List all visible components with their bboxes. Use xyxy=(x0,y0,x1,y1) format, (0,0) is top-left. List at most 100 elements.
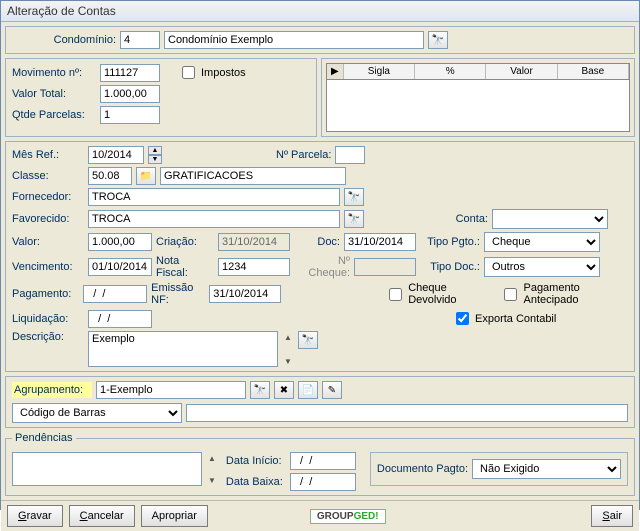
cheque-dev-input[interactable] xyxy=(389,288,402,301)
sair-button[interactable]: Sair xyxy=(591,505,633,527)
barcode-input[interactable] xyxy=(186,404,628,422)
grid-col-base[interactable]: Base xyxy=(558,64,629,79)
emnf-input[interactable] xyxy=(209,285,281,303)
delete-icon[interactable]: ✖ xyxy=(274,381,294,399)
fav-label: Favorecido: xyxy=(12,213,84,225)
window-title: Alteração de Contas xyxy=(7,4,116,18)
data-inicio-input[interactable] xyxy=(290,452,356,470)
binoculars-icon[interactable]: 🔭 xyxy=(298,331,318,349)
impostos-checkbox[interactable]: Impostos xyxy=(178,63,246,82)
title-bar: Alteração de Contas xyxy=(1,1,639,22)
desc-label: Descrição: xyxy=(12,331,84,343)
mov-num-input[interactable] xyxy=(100,64,160,82)
condo-box: Condomínio: 🔭 xyxy=(5,26,635,54)
binoculars-icon[interactable]: 🔭 xyxy=(344,188,364,206)
valor-label: Valor: xyxy=(12,236,84,248)
data-baixa-label: Data Baixa: xyxy=(226,476,286,488)
forn-input[interactable] xyxy=(88,188,340,206)
criacao-input xyxy=(218,233,290,251)
grid-body[interactable] xyxy=(326,80,630,132)
cancelar-button[interactable]: Cancelar xyxy=(69,505,135,527)
forn-label: Fornecedor: xyxy=(12,191,84,203)
pendencias-legend: Pendências xyxy=(12,432,76,444)
scroll-up-icon[interactable] xyxy=(208,452,216,464)
impostos-label: Impostos xyxy=(201,67,246,79)
scroll-up-icon[interactable] xyxy=(284,331,292,343)
barcode-type-select[interactable]: Código de Barras xyxy=(12,403,182,423)
folder-icon[interactable]: 📁 xyxy=(136,167,156,185)
mes-down-icon[interactable]: ▼ xyxy=(148,155,162,164)
nf-label: Nota Fiscal: xyxy=(156,255,214,279)
groupged-logo[interactable]: GROUPGED! xyxy=(310,509,386,524)
doc-input[interactable] xyxy=(344,233,416,251)
docpgto-select[interactable]: Não Exigido xyxy=(472,459,621,479)
grid-row-marker: ▶ xyxy=(327,64,344,79)
pag-input[interactable] xyxy=(83,285,147,303)
pendencias-box: Pendências Data Início: Data Baixa: xyxy=(5,432,635,496)
tipodoc-select[interactable]: Outros xyxy=(484,257,600,277)
wand-icon[interactable]: ✎ xyxy=(322,381,342,399)
groupged-ged: GED! xyxy=(354,511,379,522)
classe-desc-input[interactable] xyxy=(160,167,346,185)
data-inicio-label: Data Início: xyxy=(226,455,286,467)
condo-name-input[interactable] xyxy=(164,31,424,49)
classe-input[interactable] xyxy=(88,167,132,185)
desc-textarea[interactable]: Exemplo xyxy=(88,331,278,367)
cheque-dev-label: Cheque Devolvido xyxy=(408,282,490,306)
mes-label: Mês Ref.: xyxy=(12,149,84,161)
scroll-down-icon[interactable] xyxy=(208,474,216,486)
conta-select[interactable] xyxy=(492,209,608,229)
groupged-group: GROUP xyxy=(317,511,354,522)
impostos-grid-box: ▶ Sigla % Valor Base xyxy=(321,58,635,137)
grid-col-pct[interactable]: % xyxy=(415,64,486,79)
agr-input[interactable] xyxy=(96,381,246,399)
scroll-down-icon[interactable] xyxy=(284,355,292,367)
condo-code-input[interactable] xyxy=(120,31,160,49)
agrupamento-box: Agrupamento: 🔭 ✖ 📄 ✎ Código de Barras xyxy=(5,376,635,428)
data-baixa-input[interactable] xyxy=(290,473,356,491)
mes-up-icon[interactable]: ▲ xyxy=(148,146,162,155)
mes-spinner[interactable]: ▲ ▼ xyxy=(148,146,162,164)
footer: GGravarravar Cancelar Apropriar GROUPGED… xyxy=(1,500,639,531)
qtde-input[interactable] xyxy=(100,106,160,124)
docpgto-label: Documento Pagto: xyxy=(377,463,468,475)
main-form-box: Mês Ref.: ▲ ▼ Nº Parcela: Classe: 📁 Forn… xyxy=(5,141,635,372)
cheque-label: Nº Cheque: xyxy=(294,255,350,279)
fav-input[interactable] xyxy=(88,210,340,228)
classe-label: Classe: xyxy=(12,170,84,182)
content: Condomínio: 🔭 Movimento nº: Impostos V xyxy=(1,22,639,500)
parcela-label: Nº Parcela: xyxy=(276,149,331,161)
impostos-check-input[interactable] xyxy=(182,66,195,79)
pag-antec-label: Pagamento Antecipado xyxy=(523,282,628,306)
gravar-button[interactable]: GGravarravar xyxy=(7,505,63,527)
pag-antec-checkbox[interactable]: Pagamento Antecipado xyxy=(500,282,628,306)
tipodoc-label: Tipo Doc.: xyxy=(420,261,480,273)
valor-input[interactable] xyxy=(88,233,152,251)
grid-col-sigla[interactable]: Sigla xyxy=(344,64,415,79)
binoculars-icon[interactable]: 🔭 xyxy=(428,31,448,49)
valor-total-input[interactable] xyxy=(100,85,160,103)
grid-col-valor[interactable]: Valor xyxy=(486,64,557,79)
form-icon[interactable]: 📄 xyxy=(298,381,318,399)
venc-input[interactable] xyxy=(88,258,152,276)
liq-input[interactable] xyxy=(88,310,152,328)
parcela-input[interactable] xyxy=(335,146,365,164)
pag-antec-input[interactable] xyxy=(504,288,517,301)
apropriar-button[interactable]: Apropriar xyxy=(141,505,208,527)
cheque-dev-checkbox[interactable]: Cheque Devolvido xyxy=(385,282,490,306)
exporta-checkbox[interactable]: Exporta Contabil xyxy=(452,309,556,328)
mov-num-label: Movimento nº: xyxy=(12,67,96,79)
exporta-input[interactable] xyxy=(456,312,469,325)
doc-label: Doc: xyxy=(294,236,340,248)
conta-label: Conta: xyxy=(368,213,488,225)
criacao-label: Criação: xyxy=(156,236,214,248)
binoculars-icon[interactable]: 🔭 xyxy=(344,210,364,228)
condo-label: Condomínio: xyxy=(12,34,116,46)
tipopgto-label: Tipo Pgto.: xyxy=(420,236,480,248)
binoculars-icon[interactable]: 🔭 xyxy=(250,381,270,399)
pendencias-textarea[interactable] xyxy=(12,452,202,486)
nf-input[interactable] xyxy=(218,258,290,276)
tipopgto-select[interactable]: Cheque xyxy=(484,232,600,252)
grid-header: ▶ Sigla % Valor Base xyxy=(326,63,630,80)
mes-input[interactable] xyxy=(88,146,144,164)
